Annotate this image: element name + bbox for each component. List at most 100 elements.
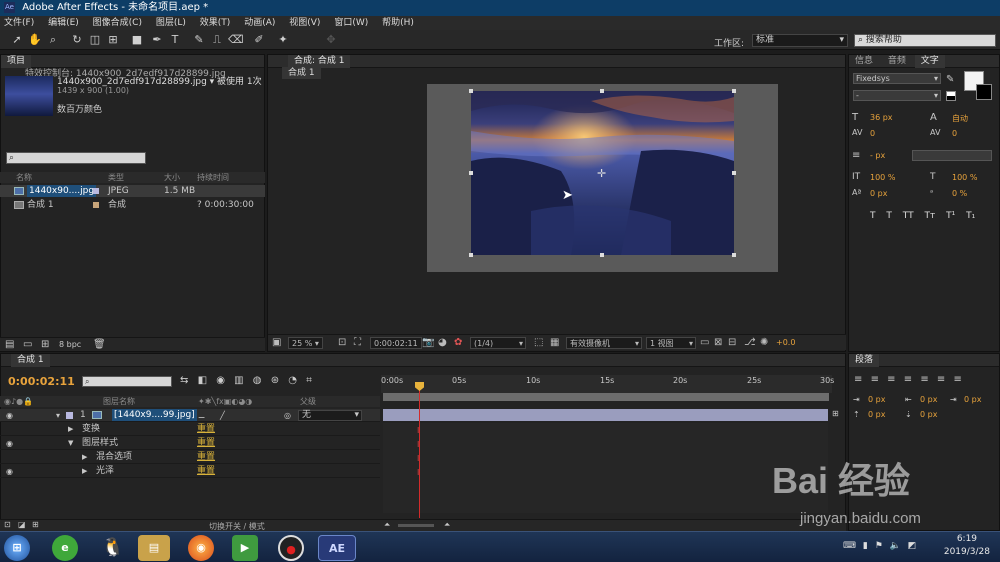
taskbar-clock[interactable]: 6:19 2019/3/28	[944, 533, 990, 559]
layer-duration-bar[interactable]	[383, 409, 828, 421]
360-browser-icon[interactable]: e	[52, 535, 78, 561]
stroke-color-swatch[interactable]	[976, 84, 992, 100]
label-color-swatch[interactable]	[66, 412, 73, 419]
timeline-icon[interactable]: ⊟	[728, 335, 736, 351]
project-search-input[interactable]: ⌕	[6, 152, 146, 164]
current-time-display[interactable]: 0:00:02:11	[370, 337, 422, 349]
new-composition-icon[interactable]: ⊞	[41, 339, 49, 350]
firefox-icon[interactable]: ◉	[188, 535, 214, 561]
visibility-eye-icon[interactable]: ◉	[6, 409, 13, 422]
faux-italic-button[interactable]: T	[886, 211, 892, 221]
anchor-point-icon[interactable]: ✛	[597, 167, 606, 180]
property-row[interactable]: ◉ ▼ 图层样式 重置	[0, 437, 380, 450]
start-button-icon[interactable]: ⊞	[4, 535, 30, 561]
project-row[interactable]: 合成 1 合成 ? 0:00:30:00	[0, 199, 265, 211]
indent-right-value[interactable]: 0 px	[920, 395, 937, 404]
reset-link[interactable]: 重置	[197, 451, 215, 464]
tsume-value[interactable]: 0 %	[952, 189, 967, 198]
draft-3d-icon[interactable]: ◧	[198, 375, 207, 386]
expand-stretch-icon[interactable]: ⊞	[32, 520, 39, 529]
interpret-footage-icon[interactable]: ▤	[5, 339, 14, 350]
vertical-scale-value[interactable]: 100 %	[870, 173, 895, 182]
stroke-width-value[interactable]: - px	[870, 151, 885, 160]
camera-select[interactable]: 有效摄像机 ▾	[566, 337, 642, 349]
transparency-grid-icon[interactable]: ▦	[550, 335, 559, 351]
snapshot-icon[interactable]: 📷	[422, 335, 434, 351]
visibility-eye-icon[interactable]: ◉	[6, 465, 13, 478]
exposure-value[interactable]: +0.0	[776, 335, 795, 351]
resolution-select[interactable]: (1/4) ▾	[470, 337, 526, 349]
brainstorm-icon[interactable]: ⊛	[271, 375, 279, 386]
property-row[interactable]: ▶ 混合选项 重置	[0, 451, 380, 464]
menu-window[interactable]: 窗口(W)	[334, 18, 368, 28]
transform-handle[interactable]	[600, 89, 604, 93]
zoom-select[interactable]: 25 % ▾	[288, 337, 323, 349]
menu-layer[interactable]: 图层(L)	[156, 18, 186, 28]
reset-exposure-icon[interactable]: ✺	[760, 335, 768, 351]
auto-keyframe-icon[interactable]: ◔	[288, 375, 297, 386]
col-duration[interactable]: 持续时间	[197, 172, 229, 183]
stroke-style-select[interactable]	[912, 150, 992, 161]
selection-tool-icon[interactable]: ➚	[10, 33, 24, 47]
help-search-input[interactable]: ⌕ 搜索帮助	[854, 34, 996, 47]
col-parent[interactable]: 父级	[300, 396, 316, 407]
faux-bold-button[interactable]: T	[870, 211, 876, 221]
bit-depth-label[interactable]: 8 bpc	[59, 340, 81, 349]
justify-center-icon[interactable]: ≡	[920, 374, 928, 385]
zoom-slider[interactable]	[398, 524, 434, 527]
color-swap-icon[interactable]	[946, 91, 956, 101]
small-caps-button[interactable]: Tт	[924, 211, 935, 221]
roto-brush-tool-icon[interactable]: ✐	[252, 33, 266, 47]
horizontal-scale-value[interactable]: 100 %	[952, 173, 977, 182]
toggle-pixel-aspect-icon[interactable]: ▭	[700, 335, 709, 351]
eyedropper-icon[interactable]: ✎	[946, 74, 954, 85]
transform-handle[interactable]	[732, 253, 736, 257]
clone-stamp-tool-icon[interactable]: ⎍	[210, 33, 224, 47]
channel-icon[interactable]: ✿	[454, 335, 462, 351]
file-explorer-icon[interactable]: ▤	[138, 535, 170, 561]
qq-icon[interactable]: 🐧	[100, 535, 126, 561]
leading-value[interactable]: 自动	[952, 113, 968, 124]
parent-select[interactable]: 无 ▾	[298, 410, 362, 421]
delete-icon[interactable]: 🗑	[93, 339, 106, 350]
zoom-out-icon[interactable]: ⏶	[384, 520, 390, 530]
layer-name[interactable]: [1440x9....99.jpg]	[112, 409, 197, 421]
reset-link[interactable]: 重置	[197, 423, 215, 436]
menu-animation[interactable]: 动画(A)	[244, 18, 275, 28]
comp-flowchart-icon[interactable]: ⎇	[744, 335, 756, 351]
chevron-right-icon[interactable]: ▶	[82, 451, 87, 464]
timeline-search-input[interactable]: ⌕	[82, 376, 172, 387]
col-name[interactable]: 名称	[16, 172, 32, 183]
timeline-current-time[interactable]: 0:00:02:11	[8, 375, 75, 388]
reset-link[interactable]: 重置	[197, 465, 215, 478]
justify-right-icon[interactable]: ≡	[937, 374, 945, 385]
superscript-button[interactable]: T¹	[946, 211, 955, 221]
type-tool-icon[interactable]: T	[168, 33, 182, 47]
safe-margins-icon[interactable]: ⊡	[338, 335, 346, 351]
menu-composition[interactable]: 图像合成(C)	[93, 18, 142, 28]
col-size[interactable]: 大小	[164, 172, 180, 183]
tab-character[interactable]: 文字	[914, 55, 945, 68]
font-style-select[interactable]: - ▾	[853, 90, 941, 101]
kerning-value[interactable]: 0	[870, 129, 875, 138]
region-of-interest-icon[interactable]: ⬚	[534, 335, 543, 351]
hand-tool-icon[interactable]: ✋	[28, 33, 42, 47]
expand-layer-switches-icon[interactable]: ⊡	[4, 520, 11, 529]
show-snapshot-icon[interactable]: ◕	[438, 335, 447, 351]
align-left-icon[interactable]: ≡	[854, 374, 862, 385]
rotate-tool-icon[interactable]: ↻	[70, 33, 84, 47]
all-caps-button[interactable]: TT	[903, 211, 914, 221]
menu-edit[interactable]: 编辑(E)	[48, 18, 79, 28]
project-row[interactable]: 1440x90....jpg JPEG 1.5 MB	[0, 185, 265, 197]
shy-switch-icon[interactable]: ⚊	[198, 409, 205, 422]
fast-previews-icon[interactable]: ⊠	[714, 335, 722, 351]
property-row[interactable]: ▶ 变换 重置	[0, 423, 380, 436]
comp-mini-flowchart-icon[interactable]: ⇆	[180, 375, 188, 386]
motion-blur-icon[interactable]: ◍	[253, 375, 262, 386]
time-ruler[interactable]: 0:00s 05s 10s 15s 20s 25s 30s	[381, 375, 834, 393]
transform-handle[interactable]	[732, 89, 736, 93]
font-family-select[interactable]: Fixedsys ▾	[853, 73, 941, 84]
workspace-select[interactable]: 标准 ▾	[752, 34, 848, 47]
indent-left-value[interactable]: 0 px	[868, 395, 885, 404]
zoom-tool-icon[interactable]: ⌕	[46, 33, 60, 47]
